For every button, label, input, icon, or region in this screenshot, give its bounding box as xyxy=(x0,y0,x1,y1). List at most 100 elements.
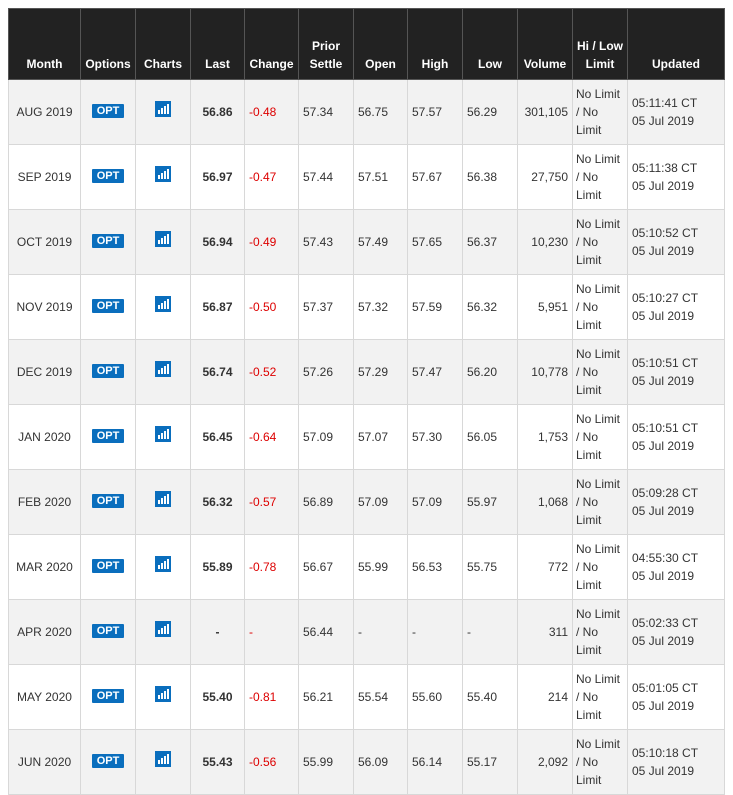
header-last: Last xyxy=(190,8,245,80)
limit-line-1: No Limit xyxy=(576,672,621,686)
high-price: 57.57 xyxy=(407,79,463,145)
high-price: 56.14 xyxy=(407,729,463,795)
options-cell: OPT xyxy=(80,729,136,795)
opt-button[interactable]: OPT xyxy=(91,234,125,248)
quotes-table-container: Month Options Charts Last Change Prior S… xyxy=(8,8,725,795)
header-prior-settle: Prior Settle xyxy=(298,8,354,80)
header-charts: Charts xyxy=(135,8,191,80)
opt-button[interactable]: OPT xyxy=(91,689,125,703)
limit-line-1: No Limit xyxy=(576,477,621,491)
opt-button[interactable]: OPT xyxy=(91,754,125,768)
table-header: Month Options Charts Last Change Prior S… xyxy=(8,8,725,80)
updated-date: 05 Jul 2019 xyxy=(632,569,695,583)
opt-button[interactable]: OPT xyxy=(91,624,125,638)
prior-settle: 57.37 xyxy=(298,274,354,340)
updated-clock: 05:10:18 CT xyxy=(632,746,699,760)
bar-chart-icon[interactable] xyxy=(155,360,171,382)
updated-date: 05 Jul 2019 xyxy=(632,764,695,778)
options-cell: OPT xyxy=(80,209,136,275)
bar-chart-icon[interactable] xyxy=(155,230,171,252)
bar-chart-icon[interactable] xyxy=(155,100,171,122)
limit-line-3: Limit xyxy=(576,643,602,657)
bar-chart-icon[interactable] xyxy=(155,425,171,447)
updated-time: 05:01:05 CT 05 Jul 2019 xyxy=(627,664,725,730)
charts-cell xyxy=(135,274,191,340)
low-price: 56.05 xyxy=(462,404,518,470)
updated-time: 05:11:41 CT 05 Jul 2019 xyxy=(627,79,725,145)
low-price: 56.20 xyxy=(462,339,518,405)
charts-cell xyxy=(135,534,191,600)
price-change: - xyxy=(244,599,299,665)
low-price: 56.29 xyxy=(462,79,518,145)
hi-low-limit: No Limit / No Limit xyxy=(572,729,628,795)
charts-cell xyxy=(135,339,191,405)
prior-settle: 56.21 xyxy=(298,664,354,730)
volume: 1,068 xyxy=(517,469,573,535)
last-price: 56.45 xyxy=(190,404,245,470)
header-low: Low xyxy=(462,8,518,80)
high-price: 57.67 xyxy=(407,144,463,210)
limit-line-2: / No xyxy=(576,755,599,769)
low-price: 55.97 xyxy=(462,469,518,535)
bar-chart-icon[interactable] xyxy=(155,750,171,772)
high-price: 57.09 xyxy=(407,469,463,535)
last-price: 56.87 xyxy=(190,274,245,340)
limit-line-2: / No xyxy=(576,365,599,379)
opt-button[interactable]: OPT xyxy=(91,364,125,378)
low-price: 55.17 xyxy=(462,729,518,795)
header-options: Options xyxy=(80,8,136,80)
limit-line-3: Limit xyxy=(576,513,602,527)
limit-line-1: No Limit xyxy=(576,282,621,296)
contract-month: SEP 2019 xyxy=(8,144,81,210)
updated-clock: 05:10:27 CT xyxy=(632,291,699,305)
hi-low-limit: No Limit / No Limit xyxy=(572,664,628,730)
table-row: JAN 2020 OPT 56.45 -0.64 57.09 57.07 57.… xyxy=(8,404,725,470)
opt-button[interactable]: OPT xyxy=(91,429,125,443)
prior-settle: 57.44 xyxy=(298,144,354,210)
futures-quotes-table: Month Options Charts Last Change Prior S… xyxy=(8,8,725,795)
volume: 311 xyxy=(517,599,573,665)
opt-button[interactable]: OPT xyxy=(91,169,125,183)
bar-chart-icon[interactable] xyxy=(155,165,171,187)
bar-chart-icon[interactable] xyxy=(155,490,171,512)
updated-clock: 05:02:33 CT xyxy=(632,616,699,630)
prior-settle: 57.09 xyxy=(298,404,354,470)
opt-button[interactable]: OPT xyxy=(91,299,125,313)
bar-chart-icon[interactable] xyxy=(155,685,171,707)
price-change: -0.78 xyxy=(244,534,299,600)
volume: 1,753 xyxy=(517,404,573,470)
limit-line-3: Limit xyxy=(576,578,602,592)
updated-date: 05 Jul 2019 xyxy=(632,179,695,193)
prior-settle: 57.43 xyxy=(298,209,354,275)
options-cell: OPT xyxy=(80,79,136,145)
updated-date: 05 Jul 2019 xyxy=(632,439,695,453)
updated-time: 05:10:51 CT 05 Jul 2019 xyxy=(627,404,725,470)
contract-month: APR 2020 xyxy=(8,599,81,665)
volume: 10,230 xyxy=(517,209,573,275)
prior-settle: 56.89 xyxy=(298,469,354,535)
open-price: 57.32 xyxy=(353,274,408,340)
prior-settle: 57.34 xyxy=(298,79,354,145)
table-row: FEB 2020 OPT 56.32 -0.57 56.89 57.09 57.… xyxy=(8,469,725,535)
opt-button[interactable]: OPT xyxy=(91,559,125,573)
hi-low-limit: No Limit / No Limit xyxy=(572,209,628,275)
bar-chart-icon[interactable] xyxy=(155,620,171,642)
header-volume: Volume xyxy=(517,8,573,80)
updated-time: 05:11:38 CT 05 Jul 2019 xyxy=(627,144,725,210)
bar-chart-icon[interactable] xyxy=(155,555,171,577)
high-price: 57.65 xyxy=(407,209,463,275)
price-change: -0.64 xyxy=(244,404,299,470)
prior-settle: 56.67 xyxy=(298,534,354,600)
opt-button[interactable]: OPT xyxy=(91,494,125,508)
limit-line-3: Limit xyxy=(576,318,602,332)
limit-line-2: / No xyxy=(576,430,599,444)
opt-button[interactable]: OPT xyxy=(91,104,125,118)
updated-time: 05:10:52 CT 05 Jul 2019 xyxy=(627,209,725,275)
last-price: 56.97 xyxy=(190,144,245,210)
options-cell: OPT xyxy=(80,599,136,665)
bar-chart-icon[interactable] xyxy=(155,295,171,317)
last-price: 55.89 xyxy=(190,534,245,600)
price-change: -0.56 xyxy=(244,729,299,795)
volume: 10,778 xyxy=(517,339,573,405)
price-change: -0.81 xyxy=(244,664,299,730)
